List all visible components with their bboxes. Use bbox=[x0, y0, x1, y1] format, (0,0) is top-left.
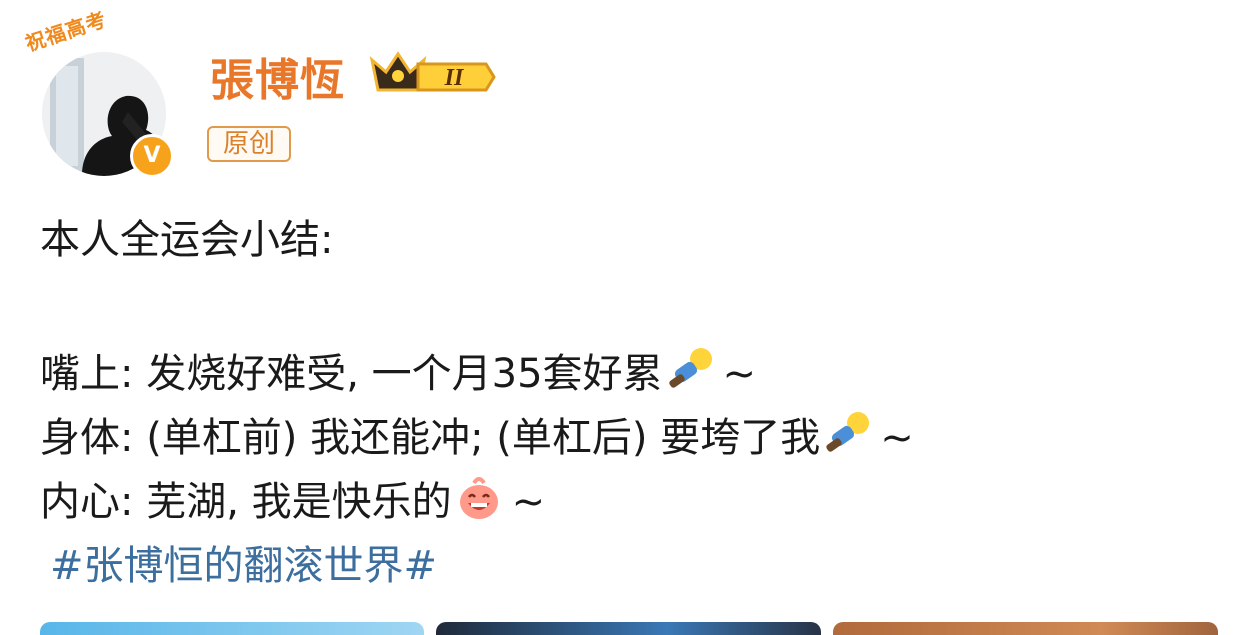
post-line-text: 嘴上: 发烧好难受, 一个月35套好累 bbox=[40, 351, 663, 397]
verified-v-badge-icon: V bbox=[130, 134, 174, 178]
image-grid bbox=[40, 622, 1220, 635]
member-level-text: II bbox=[444, 65, 465, 91]
original-tag: 原创 bbox=[207, 126, 292, 162]
crown-member-badge-icon[interactable]: II bbox=[368, 50, 498, 98]
username[interactable]: 張博恆 bbox=[210, 44, 345, 108]
post-line: 嘴上: 发烧好难受, 一个月35套好累 ~ bbox=[40, 342, 1230, 406]
hashtag-link[interactable]: #张博恒的翻滚世界# bbox=[50, 543, 437, 589]
image-thumbnail[interactable] bbox=[436, 622, 821, 635]
post-line: 本人全运会小结: bbox=[40, 217, 334, 263]
post-line: 身体: (单杠前) 我还能冲; (单杠后) 要垮了我 ~ bbox=[40, 406, 1230, 470]
image-thumbnail[interactable] bbox=[40, 622, 424, 635]
tilde: ~ bbox=[511, 479, 546, 525]
image-thumbnail[interactable] bbox=[833, 622, 1218, 635]
avatar-container[interactable]: 祝福高考 V bbox=[22, 7, 182, 178]
tilde: ~ bbox=[880, 415, 914, 461]
happy-laughing-emoji-icon bbox=[459, 477, 498, 519]
post-line-text: 内心: 芜湖, 我是快乐的 bbox=[40, 479, 452, 525]
hashtag-line: #张博恒的翻滚世界# bbox=[40, 534, 1230, 598]
lying-down-doll-emoji-icon bbox=[826, 412, 870, 452]
tilde: ~ bbox=[722, 351, 757, 397]
post-line-text: 身体: (单杠前) 我还能冲; (单杠后) 要垮了我 bbox=[40, 415, 821, 461]
lying-down-doll-emoji-icon bbox=[668, 348, 712, 388]
post-line: 内心: 芜湖, 我是快乐的 ~ bbox=[40, 470, 1230, 534]
post-body: 本人全运会小结: 嘴上: 发烧好难受, 一个月35套好累 ~ 身体: (单杠前)… bbox=[40, 208, 1230, 598]
